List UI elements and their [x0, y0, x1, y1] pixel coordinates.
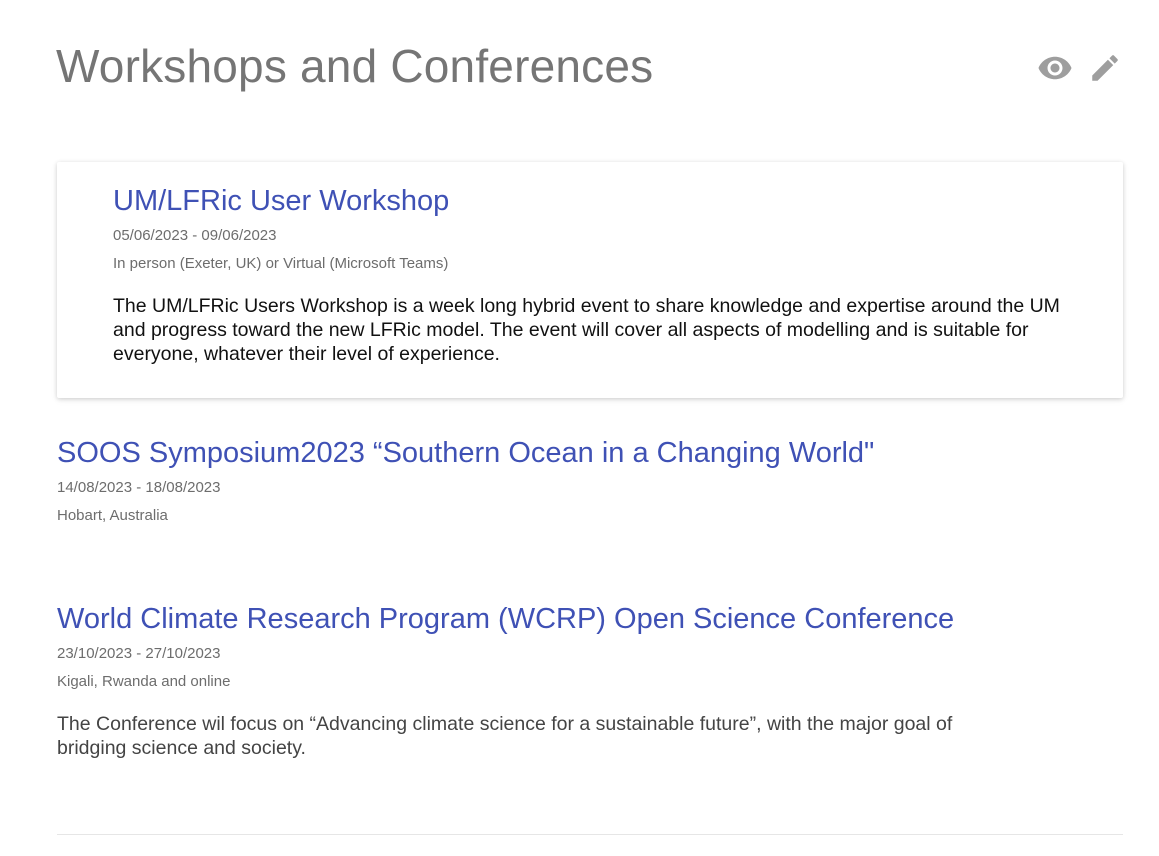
event-location: In person (Exeter, UK) or Virtual (Micro… [113, 255, 449, 272]
event-dates: 23/10/2023 - 27/10/2023 [57, 645, 221, 662]
page-title: Workshops and Conferences [56, 40, 654, 92]
event-card-featured: UM/LFRic User Workshop 05/06/2023 - 09/0… [57, 162, 1123, 398]
divider [57, 834, 1123, 835]
edit-button[interactable] [1087, 50, 1123, 86]
event-title-link[interactable]: World Climate Research Program (WCRP) Op… [57, 600, 1123, 638]
event-location: Hobart, Australia [57, 507, 168, 524]
toolbar [1037, 50, 1123, 86]
event-description: The Conference wil focus on “Advancing c… [57, 713, 953, 759]
page: Workshops and Conferences UM/LFRic User … [0, 0, 1159, 856]
event-location: Kigali, Rwanda and online [57, 673, 231, 690]
view-button[interactable] [1037, 50, 1073, 86]
event-description: The UM/LFRic Users Workshop is a week lo… [113, 295, 1060, 365]
event-title-link[interactable]: SOOS Symposium2023 “Southern Ocean in a … [57, 434, 1123, 472]
event-title-link[interactable]: UM/LFRic User Workshop [113, 182, 1067, 220]
pencil-icon [1092, 55, 1118, 81]
event-dates: 14/08/2023 - 18/08/2023 [57, 479, 221, 496]
eye-icon [1038, 56, 1072, 80]
event-item: SOOS Symposium2023 “Southern Ocean in a … [57, 434, 1123, 526]
event-dates: 05/06/2023 - 09/06/2023 [113, 227, 277, 244]
event-item: World Climate Research Program (WCRP) Op… [57, 600, 1123, 760]
